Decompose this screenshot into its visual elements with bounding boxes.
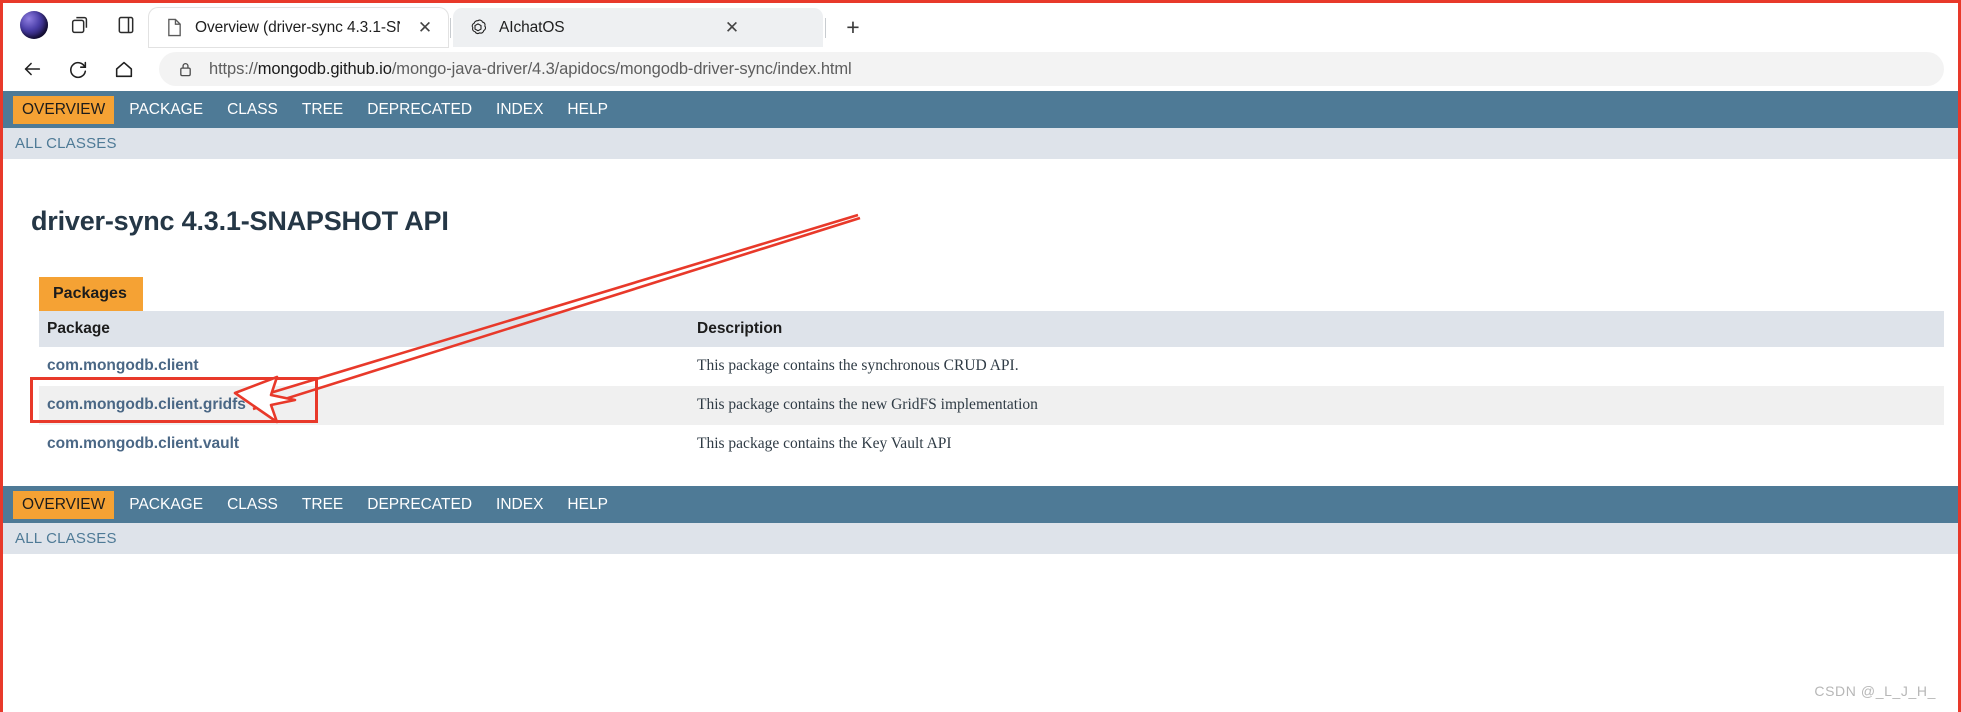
tab-divider: [825, 18, 826, 38]
collections-icon[interactable]: [63, 8, 97, 42]
description-cell: This package contains the synchronous CR…: [689, 347, 1944, 386]
nav-help-bottom[interactable]: HELP: [558, 491, 617, 519]
description-cell: This package contains the Key Vault API: [689, 425, 1944, 464]
javadoc-subnav-bottom: ALL CLASSES: [3, 523, 1958, 554]
nav-tree-bottom[interactable]: TREE: [293, 491, 352, 519]
javadoc-content: driver-sync 4.3.1-SNAPSHOT API Packages …: [3, 206, 1958, 464]
all-classes-link-top[interactable]: ALL CLASSES: [15, 135, 117, 152]
package-cell: com.mongodb.client.gridfs: [39, 386, 689, 425]
column-header-package: Package: [39, 311, 689, 347]
table-row: com.mongodb.client.gridfs This package c…: [39, 386, 1944, 425]
csdn-watermark: CSDN @_L_J_H_: [1814, 683, 1936, 699]
address-text: https://mongodb.github.io/mongo-java-dri…: [209, 59, 852, 78]
nav-deprecated-top[interactable]: DEPRECATED: [358, 96, 481, 124]
description-cell: This package contains the new GridFS imp…: [689, 386, 1944, 425]
javadoc-bottom-navbar: OVERVIEW PACKAGE CLASS TREE DEPRECATED I…: [3, 486, 1958, 523]
nav-help-top[interactable]: HELP: [558, 96, 617, 124]
package-cell: com.mongodb.client: [39, 347, 689, 386]
browser-toolbar: https://mongodb.github.io/mongo-java-dri…: [3, 47, 1958, 91]
package-link-vault[interactable]: com.mongodb.client.vault: [47, 435, 239, 452]
address-bar[interactable]: https://mongodb.github.io/mongo-java-dri…: [159, 52, 1944, 86]
tab-close-icon[interactable]: ✕: [719, 15, 745, 41]
nav-tree-top[interactable]: TREE: [293, 96, 352, 124]
table-row: com.mongodb.client This package contains…: [39, 347, 1944, 386]
tab-divider: [450, 18, 451, 38]
packages-table: Package Description com.mongodb.client T…: [39, 311, 1944, 464]
nav-class-bottom[interactable]: CLASS: [218, 491, 287, 519]
browser-chrome: Overview (driver-sync 4.3.1-SNAPSHOT API…: [3, 3, 1958, 91]
table-row: com.mongodb.client.vault This package co…: [39, 425, 1944, 464]
column-header-description: Description: [689, 311, 1944, 347]
browser-tab-active[interactable]: Overview (driver-sync 4.3.1-SNAPSHOT API…: [149, 8, 448, 47]
package-cell: com.mongodb.client.vault: [39, 425, 689, 464]
nav-index-bottom[interactable]: INDEX: [487, 491, 552, 519]
table-header-row: Package Description: [39, 311, 1944, 347]
back-arrow-icon[interactable]: [13, 50, 51, 88]
nav-overview-bottom[interactable]: OVERVIEW: [13, 490, 115, 519]
javadoc-subnav-top: ALL CLASSES: [3, 128, 1958, 159]
tab-title: AIchatOS: [499, 18, 565, 36]
page-icon: [163, 17, 185, 39]
nav-overview-top[interactable]: OVERVIEW: [13, 95, 115, 124]
javadoc-page: OVERVIEW PACKAGE CLASS TREE DEPRECATED I…: [3, 91, 1958, 712]
reload-icon[interactable]: [59, 50, 97, 88]
app-globe-icon[interactable]: [17, 8, 51, 42]
browser-tab-inactive[interactable]: AIchatOS ✕: [453, 8, 823, 47]
page-title: driver-sync 4.3.1-SNAPSHOT API: [31, 206, 449, 236]
javadoc-bottom-nav-wrapper: OVERVIEW PACKAGE CLASS TREE DEPRECATED I…: [3, 486, 1958, 654]
tab-title: Overview (driver-sync 4.3.1-SNAPSHOT API…: [195, 18, 400, 36]
package-link-client[interactable]: com.mongodb.client: [47, 357, 199, 374]
home-icon[interactable]: [105, 50, 143, 88]
javadoc-top-navbar: OVERVIEW PACKAGE CLASS TREE DEPRECATED I…: [3, 91, 1958, 128]
nav-deprecated-bottom[interactable]: DEPRECATED: [358, 491, 481, 519]
nav-class-top[interactable]: CLASS: [218, 96, 287, 124]
package-link-gridfs[interactable]: com.mongodb.client.gridfs: [47, 396, 246, 413]
tab-strip: Overview (driver-sync 4.3.1-SNAPSHOT API…: [3, 3, 1958, 47]
nav-package-bottom[interactable]: PACKAGE: [120, 491, 212, 519]
packages-tab[interactable]: Packages: [39, 277, 143, 311]
nav-index-top[interactable]: INDEX: [487, 96, 552, 124]
lock-icon: [175, 59, 195, 79]
nav-package-top[interactable]: PACKAGE: [120, 96, 212, 124]
browser-window: Overview (driver-sync 4.3.1-SNAPSHOT API…: [0, 0, 1961, 712]
new-tab-button[interactable]: +: [838, 12, 868, 42]
page-footer-space: [3, 554, 1958, 654]
openai-icon: [467, 17, 489, 39]
all-classes-link-bottom[interactable]: ALL CLASSES: [15, 530, 117, 547]
split-screen-icon[interactable]: [109, 8, 143, 42]
tab-close-icon[interactable]: ✕: [412, 15, 438, 41]
